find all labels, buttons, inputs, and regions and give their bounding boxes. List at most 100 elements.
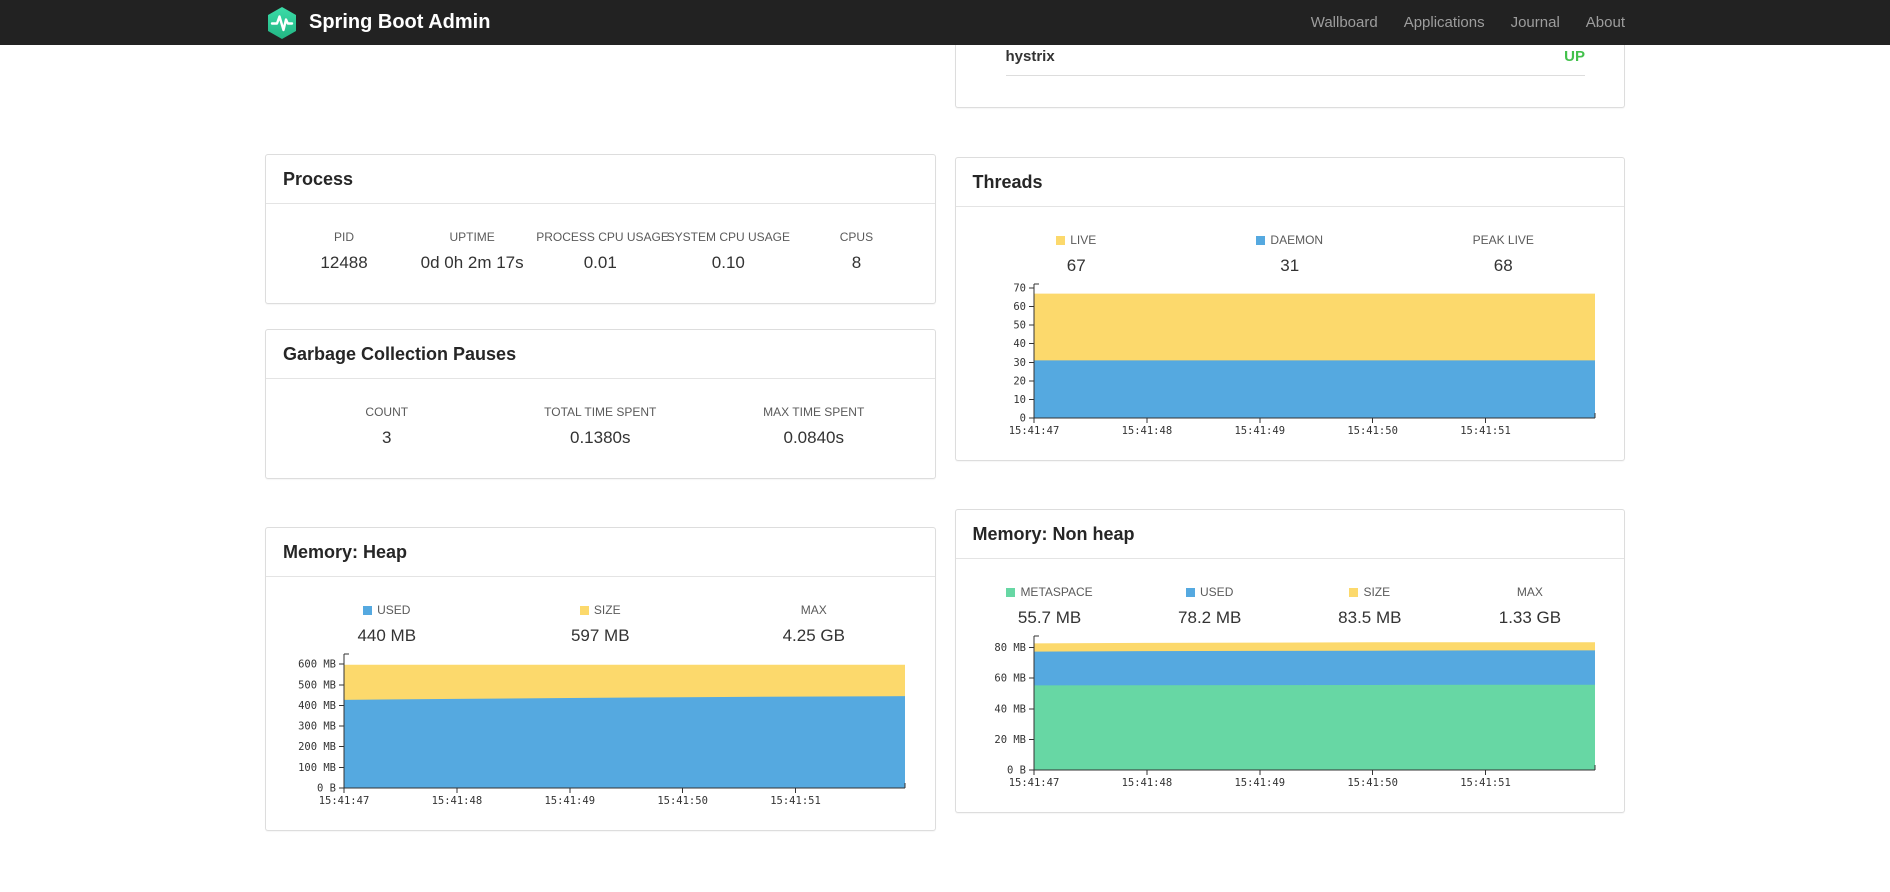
svg-text:15:41:48: 15:41:48 bbox=[1121, 777, 1172, 789]
nav-item-wallboard[interactable]: Wallboard bbox=[1298, 0, 1391, 45]
application-status-row[interactable]: hystrix UP bbox=[1005, 45, 1585, 76]
svg-text:0: 0 bbox=[1019, 413, 1025, 425]
svg-text:15:41:50: 15:41:50 bbox=[1347, 425, 1398, 437]
stat-value: 8 bbox=[851, 253, 862, 272]
svg-text:15:41:50: 15:41:50 bbox=[657, 795, 708, 807]
nav-menu: Wallboard Applications Journal About bbox=[1298, 0, 1625, 45]
svg-text:0 B: 0 B bbox=[317, 783, 336, 795]
brand[interactable]: Spring Boot Admin bbox=[265, 6, 490, 40]
stat-label: MAX bbox=[800, 603, 827, 617]
threads-card: Threads LIVE 67 DAEMON 31 PEAK LIVE 68 0… bbox=[954, 157, 1625, 461]
svg-text:400 MB: 400 MB bbox=[298, 700, 336, 712]
stat-value: 440 MB bbox=[357, 626, 417, 645]
svg-text:50: 50 bbox=[1013, 320, 1026, 332]
stat-value: 0.1380s bbox=[570, 428, 631, 447]
memory-heap-card: Memory: Heap USED 440 MB SIZE 597 MB MAX… bbox=[265, 527, 936, 831]
svg-text:40 MB: 40 MB bbox=[994, 703, 1026, 715]
stat-nonheap-size: SIZE 83.5 MB bbox=[1290, 585, 1450, 628]
stat-value: 67 bbox=[1066, 256, 1086, 275]
svg-text:15:41:49: 15:41:49 bbox=[1234, 777, 1285, 789]
legend-swatch-used bbox=[1186, 587, 1196, 597]
stat-label: PROCESS CPU USAGE bbox=[536, 230, 669, 244]
svg-text:10: 10 bbox=[1013, 394, 1026, 406]
legend-swatch-live bbox=[1056, 235, 1066, 245]
application-name[interactable]: hystrix bbox=[1006, 48, 1055, 66]
svg-text:15:41:48: 15:41:48 bbox=[1121, 425, 1172, 437]
memory-nonheap-card: Memory: Non heap METASPACE 55.7 MB USED … bbox=[954, 509, 1625, 813]
svg-text:15:41:51: 15:41:51 bbox=[1460, 777, 1511, 789]
threads-card-title: Threads bbox=[955, 158, 1624, 207]
nav-item-journal[interactable]: Journal bbox=[1498, 0, 1573, 45]
stat-value: 1.33 GB bbox=[1498, 608, 1562, 627]
right-column: hystrix UP Threads LIVE 67 DAEMON 31 PEA… bbox=[954, 45, 1625, 813]
svg-text:15:41:51: 15:41:51 bbox=[770, 795, 821, 807]
stat-value: 68 bbox=[1493, 256, 1513, 275]
svg-text:20: 20 bbox=[1013, 375, 1026, 387]
process-card: Process PID 12488 UPTIME 0d 0h 2m 17s PR… bbox=[265, 154, 936, 304]
stat-value: 3 bbox=[382, 428, 392, 447]
svg-text:600 MB: 600 MB bbox=[298, 659, 336, 671]
memory-heap-chart: 0 B 100 MB 200 MB 300 MB 400 MB 500 MB 600 MB 1… bbox=[266, 650, 935, 808]
svg-text:500 MB: 500 MB bbox=[298, 679, 336, 691]
svg-text:80 MB: 80 MB bbox=[994, 642, 1026, 654]
stat-heap-used: USED 440 MB bbox=[280, 603, 494, 646]
stat-value: 597 MB bbox=[570, 626, 630, 645]
nav-item-about[interactable]: About bbox=[1573, 0, 1625, 45]
svg-text:20 MB: 20 MB bbox=[994, 734, 1026, 746]
svg-text:40: 40 bbox=[1013, 338, 1026, 350]
svg-text:300 MB: 300 MB bbox=[298, 721, 336, 733]
svg-text:15:41:48: 15:41:48 bbox=[432, 795, 483, 807]
stat-gc-max: MAX TIME SPENT 0.0840s bbox=[707, 405, 921, 448]
application-status-card: hystrix UP bbox=[954, 45, 1625, 108]
svg-text:100 MB: 100 MB bbox=[298, 762, 336, 774]
svg-text:15:41:50: 15:41:50 bbox=[1347, 777, 1398, 789]
svg-text:60: 60 bbox=[1013, 301, 1026, 313]
memory-heap-card-title: Memory: Heap bbox=[266, 528, 935, 577]
svg-text:15:41:49: 15:41:49 bbox=[1234, 425, 1285, 437]
legend-swatch-used bbox=[363, 605, 373, 615]
process-card-title: Process bbox=[266, 155, 935, 204]
legend-swatch-metaspace bbox=[1006, 587, 1016, 597]
stat-label: SYSTEM CPU USAGE bbox=[666, 230, 790, 244]
stat-threads-peak: PEAK LIVE 68 bbox=[1397, 233, 1611, 276]
svg-text:15:41:47: 15:41:47 bbox=[1008, 425, 1059, 437]
stat-label: SIZE bbox=[1290, 585, 1450, 599]
nav-item-applications[interactable]: Applications bbox=[1391, 0, 1498, 45]
stat-label: COUNT bbox=[365, 405, 409, 419]
brand-logo-icon bbox=[265, 6, 299, 40]
stat-pid: PID 12488 bbox=[280, 230, 408, 273]
svg-text:15:41:47: 15:41:47 bbox=[1008, 777, 1059, 789]
svg-text:15:41:47: 15:41:47 bbox=[319, 795, 370, 807]
stat-value: 4.25 GB bbox=[782, 626, 845, 645]
svg-text:30: 30 bbox=[1013, 357, 1026, 369]
stat-label: CPUS bbox=[839, 230, 874, 244]
threads-chart: 0 10 20 30 40 50 60 70 15:41:47 15:41:48 15:41:49 1… bbox=[956, 280, 1625, 438]
stat-nonheap-used: USED 78.2 MB bbox=[1130, 585, 1290, 628]
stat-heap-max: MAX 4.25 GB bbox=[707, 603, 921, 646]
stat-label: PID bbox=[334, 230, 355, 244]
heap-stats: USED 440 MB SIZE 597 MB MAX 4.25 GB bbox=[266, 603, 935, 646]
stat-nonheap-metaspace: METASPACE 55.7 MB bbox=[970, 585, 1130, 628]
legend-swatch-daemon bbox=[1256, 235, 1266, 245]
stat-label: TOTAL TIME SPENT bbox=[544, 405, 657, 419]
stat-process-cpu: PROCESS CPU USAGE 0.01 bbox=[536, 230, 669, 273]
stat-label: LIVE bbox=[970, 233, 1184, 247]
stat-value: 0.10 bbox=[711, 253, 745, 272]
stat-value: 55.7 MB bbox=[1017, 608, 1082, 627]
svg-text:15:41:51: 15:41:51 bbox=[1460, 425, 1511, 437]
brand-title: Spring Boot Admin bbox=[309, 11, 491, 33]
left-column: Process PID 12488 UPTIME 0d 0h 2m 17s PR… bbox=[265, 45, 936, 831]
stat-value: 78.2 MB bbox=[1178, 608, 1242, 627]
stat-nonheap-max: MAX 1.33 GB bbox=[1450, 585, 1610, 628]
navbar: Spring Boot Admin Wallboard Applications… bbox=[0, 0, 1890, 45]
stat-value: 0.0840s bbox=[783, 428, 845, 447]
threads-stats: LIVE 67 DAEMON 31 PEAK LIVE 68 bbox=[956, 233, 1625, 276]
stat-gc-count: COUNT 3 bbox=[280, 405, 494, 448]
legend-swatch-size bbox=[1349, 587, 1359, 597]
gc-card-title: Garbage Collection Pauses bbox=[266, 330, 935, 379]
svg-text:0 B: 0 B bbox=[1007, 765, 1026, 777]
stat-heap-size: SIZE 597 MB bbox=[494, 603, 708, 646]
gc-card: Garbage Collection Pauses COUNT 3 TOTAL … bbox=[265, 329, 936, 479]
memory-nonheap-card-title: Memory: Non heap bbox=[955, 510, 1624, 559]
stat-value: 0.01 bbox=[583, 253, 617, 272]
